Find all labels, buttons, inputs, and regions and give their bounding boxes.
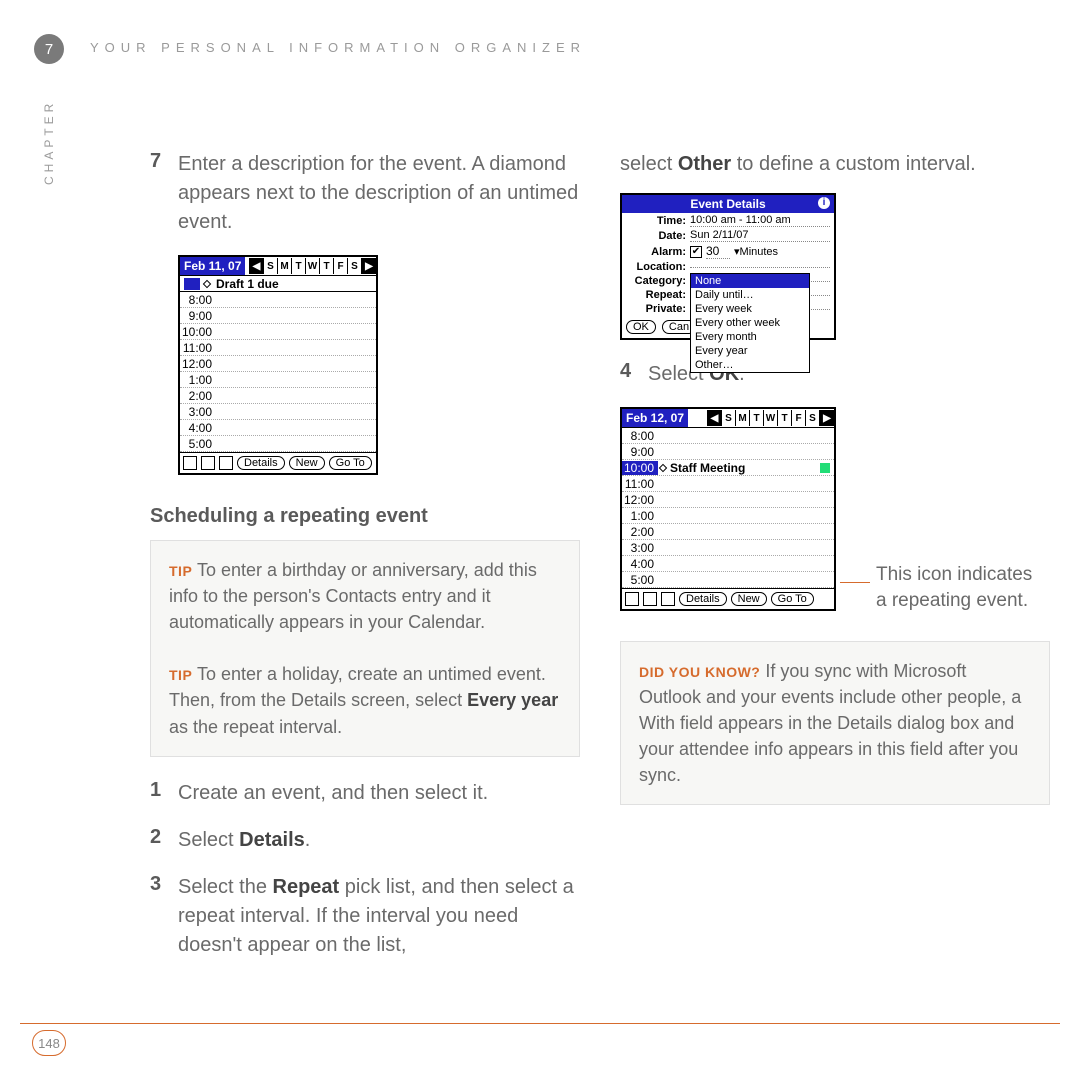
repeat-option[interactable]: Every other week [691,316,809,330]
step-text: Create an event, and then select it. [178,779,488,808]
goto-button[interactable]: Go To [329,456,372,470]
calendar-day-screenshot-2: Feb 12, 07 ◀ S M T W T F S ▶ 8:00 9:00 1… [620,407,836,611]
left-column: 7 Enter a description for the event. A d… [150,150,580,978]
view-icon[interactable] [625,592,639,606]
repeat-option[interactable]: Daily until… [691,288,809,302]
section-heading: Scheduling a repeating event [150,505,580,528]
tip-text: To enter a birthday or anniversary, add … [169,560,537,632]
ok-button[interactable]: OK [626,320,656,334]
alarm-unit[interactable]: Minutes [740,246,779,258]
day-picker[interactable]: ◀ S M T W T F S ▶ [707,410,834,426]
next-arrow-icon[interactable]: ▶ [820,410,834,426]
alarm-value[interactable]: 30 [706,244,730,259]
next-arrow-icon[interactable]: ▶ [362,258,376,274]
view-icon[interactable] [183,456,197,470]
new-button[interactable]: New [731,592,767,606]
new-button[interactable]: New [289,456,325,470]
right-column: select Other to define a custom interval… [620,150,1050,978]
prev-arrow-icon[interactable]: ◀ [250,258,264,274]
footer-rule [20,1023,1060,1024]
calendar-day-screenshot-1: Feb 11, 07 ◀ S M T W T F S ▶ Draft 1 due [178,255,378,475]
view-icon[interactable] [219,456,233,470]
continuation-text: select Other to define a custom interval… [620,150,1050,179]
view-icon[interactable] [643,592,657,606]
step-number: 3 [150,873,178,960]
repeat-option[interactable]: Every year [691,344,809,358]
untimed-marker-icon [184,278,200,290]
dialog-title: Event Details i [622,195,834,213]
tip-label: TIP [169,667,192,683]
date-field[interactable]: Sun 2/11/07 [690,229,830,242]
step-number: 2 [150,826,178,855]
repeat-option[interactable]: Every week [691,302,809,316]
page-number: 148 [32,1030,66,1056]
repeat-picklist[interactable]: None Daily until… Every week Every other… [690,273,810,373]
details-button[interactable]: Details [679,592,727,606]
tip-box: TIP To enter a birthday or anniversary, … [150,540,580,757]
step-text: Select the Repeat pick list, and then se… [178,873,580,960]
goto-button[interactable]: Go To [771,592,814,606]
callout-text: This icon indicates a repeating event. [876,562,1036,613]
step-number: 4 [620,360,648,389]
diamond-icon [659,463,667,471]
alarm-checkbox[interactable]: ✔ [690,246,702,258]
prev-arrow-icon[interactable]: ◀ [708,410,722,426]
step-number: 7 [150,150,178,237]
time-field[interactable]: 10:00 am - 11:00 am [690,214,830,227]
chapter-number-badge: 7 [34,34,64,64]
repeat-option[interactable]: None [691,274,809,288]
callout-leader-line [840,582,870,583]
chapter-side-label: CHAPTER [42,100,56,185]
info-icon[interactable]: i [818,197,830,209]
view-icon[interactable] [201,456,215,470]
diamond-icon [203,279,211,287]
untimed-event-text: Draft 1 due [216,277,279,291]
view-icon[interactable] [661,592,675,606]
event-details-dialog-screenshot: Event Details i Time:10:00 am - 11:00 am… [620,193,836,340]
day-picker[interactable]: ◀ S M T W T F S ▶ [249,258,376,274]
running-header: YOUR PERSONAL INFORMATION ORGANIZER [90,40,586,55]
tip-label: TIP [169,563,192,579]
did-you-know-box: DID YOU KNOW? If you sync with Microsoft… [620,641,1050,805]
event-name[interactable]: Staff Meeting [670,461,745,475]
repeat-option[interactable]: Every month [691,330,809,344]
dyk-label: DID YOU KNOW? [639,664,760,680]
step-text: Select Details. [178,826,310,855]
step-number: 1 [150,779,178,808]
details-button[interactable]: Details [237,456,285,470]
palm-date: Feb 12, 07 [622,409,688,427]
repeat-option[interactable]: Other… [691,358,809,372]
palm-date: Feb 11, 07 [180,257,245,275]
step-text: Enter a description for the event. A dia… [178,150,580,237]
repeat-event-icon [820,463,830,473]
